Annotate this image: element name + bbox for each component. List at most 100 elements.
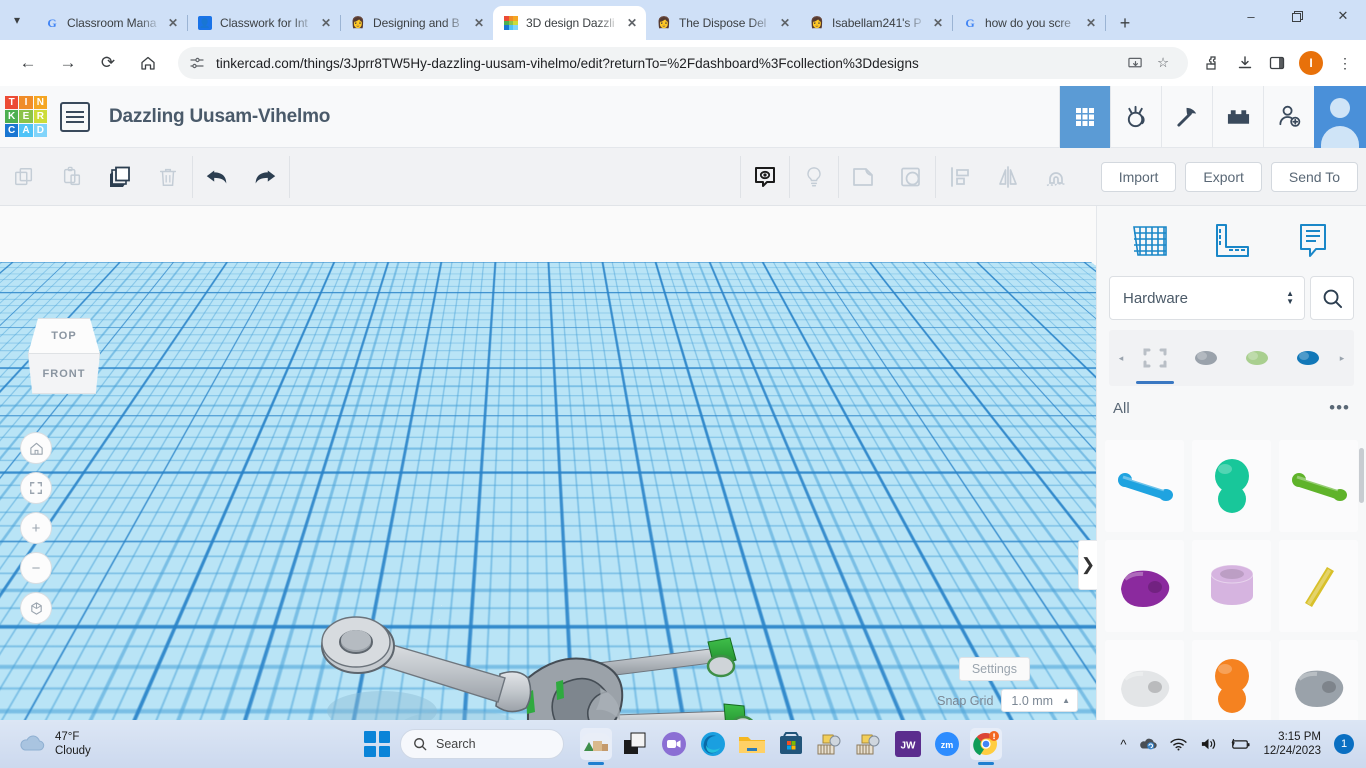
- view-cube-top-face[interactable]: TOP: [28, 318, 100, 354]
- edge-icon[interactable]: [697, 728, 729, 760]
- browser-tab-6[interactable]: 👩 Isabellam241's P ✕: [799, 6, 952, 40]
- panel-collapse-button[interactable]: ❯: [1078, 540, 1097, 590]
- file-explorer-icon[interactable]: [736, 728, 768, 760]
- share-tab-icon[interactable]: [1122, 50, 1148, 76]
- minimize-button[interactable]: –: [1228, 0, 1274, 32]
- pink-cylinder-shape[interactable]: [1192, 540, 1271, 632]
- profile-avatar[interactable]: I: [1299, 51, 1323, 75]
- tab-search-chevron-icon[interactable]: ▾: [0, 0, 34, 40]
- user-avatar[interactable]: [1314, 86, 1366, 148]
- butterfly-thumb[interactable]: [1184, 330, 1228, 386]
- blue-part-thumb[interactable]: [1286, 330, 1330, 386]
- ruler-icon[interactable]: [1208, 218, 1254, 264]
- view-cube-front-face[interactable]: FRONT: [28, 354, 100, 394]
- tab-close-icon[interactable]: ✕: [1083, 15, 1099, 31]
- green-double-sphere-shape[interactable]: [1192, 440, 1271, 532]
- bookmark-star-icon[interactable]: ☆: [1150, 50, 1176, 76]
- notes-icon[interactable]: [1290, 218, 1336, 264]
- workplane-magnet-icon[interactable]: [1032, 148, 1080, 206]
- send-to-button[interactable]: Send To: [1271, 162, 1358, 192]
- browser-tab-1[interactable]: G Classroom Mana ✕: [34, 6, 187, 40]
- back-button[interactable]: ←: [12, 47, 44, 79]
- paint-app-2-icon[interactable]: [853, 728, 885, 760]
- blue-bolt-shape[interactable]: [1105, 440, 1184, 532]
- green-rod-shape[interactable]: [1279, 440, 1358, 532]
- perspective-toggle-button[interactable]: [20, 592, 52, 624]
- forward-button[interactable]: →: [52, 47, 84, 79]
- tab-close-icon[interactable]: ✕: [318, 15, 334, 31]
- gallery-scrollbar[interactable]: [1359, 448, 1364, 503]
- show-hide-icon[interactable]: [741, 148, 789, 206]
- mirror-icon[interactable]: [984, 148, 1032, 206]
- orange-spheres-shape[interactable]: [1192, 640, 1271, 720]
- zoom-in-button[interactable]: +: [20, 512, 52, 544]
- carousel-next-icon[interactable]: ▸: [1334, 353, 1350, 364]
- extensions-puzzle-icon[interactable]: [1198, 48, 1228, 78]
- paste-icon[interactable]: [48, 148, 96, 206]
- tinkercad-logo[interactable]: TINKERCAD: [5, 96, 47, 138]
- design-list-button[interactable]: [60, 102, 90, 132]
- design-canvas[interactable]: TOP FRONT + − Settings Snap Grid 1.0 mm …: [0, 206, 1096, 720]
- browser-tab-7[interactable]: G how do you scre ✕: [952, 6, 1105, 40]
- wrench-assembly-model[interactable]: [300, 606, 800, 720]
- home-button[interactable]: [132, 47, 164, 79]
- group-icon[interactable]: [839, 148, 887, 206]
- minecraft-pickaxe-icon[interactable]: [1161, 86, 1212, 148]
- browser-tab-5[interactable]: 👩 The Dispose Del ✕: [646, 6, 799, 40]
- purple-clamp-shape[interactable]: [1105, 540, 1184, 632]
- undo-arrow-icon[interactable]: [193, 148, 241, 206]
- browser-tab-3[interactable]: 👩 Designing and B ✕: [340, 6, 493, 40]
- yellow-pin-shape[interactable]: [1279, 540, 1358, 632]
- tab-close-icon[interactable]: ✕: [930, 15, 946, 31]
- invite-person-icon[interactable]: [1263, 86, 1314, 148]
- chrome-menu-icon[interactable]: ⋮: [1330, 48, 1360, 78]
- shape-gallery[interactable]: [1105, 440, 1358, 720]
- category-select[interactable]: Hardware ▲▼: [1109, 276, 1305, 320]
- fit-to-view-button[interactable]: [20, 472, 52, 504]
- tab-close-icon[interactable]: ✕: [165, 15, 181, 31]
- address-bar[interactable]: tinkercad.com/things/3Jprr8TW5Hy-dazzlin…: [178, 47, 1188, 79]
- white-clamp-shape[interactable]: [1105, 640, 1184, 720]
- side-panel-icon[interactable]: [1262, 48, 1292, 78]
- gray-clamp-shape[interactable]: [1279, 640, 1358, 720]
- green-part-thumb[interactable]: [1235, 330, 1279, 386]
- tab-close-icon[interactable]: ✕: [777, 15, 793, 31]
- snap-grid-select[interactable]: 1.0 mm ▲: [1001, 689, 1078, 712]
- redo-arrow-icon[interactable]: [241, 148, 289, 206]
- new-tab-button[interactable]: +: [1111, 9, 1139, 37]
- chat-icon[interactable]: [658, 728, 690, 760]
- tab-close-icon[interactable]: ✕: [471, 15, 487, 31]
- import-button[interactable]: Import: [1101, 162, 1177, 192]
- zoom-out-button[interactable]: −: [20, 552, 52, 584]
- start-button[interactable]: [364, 731, 390, 757]
- view-cube[interactable]: TOP FRONT: [20, 318, 108, 396]
- search-input[interactable]: Search: [400, 729, 564, 759]
- browser-tab-2[interactable]: 👤 Classwork for Int ✕: [187, 6, 340, 40]
- home-view-button[interactable]: [20, 432, 52, 464]
- reload-button[interactable]: ⟳: [92, 47, 124, 79]
- zoom-icon[interactable]: zm: [931, 728, 963, 760]
- site-settings-icon[interactable]: [190, 56, 204, 70]
- align-icon[interactable]: [936, 148, 984, 206]
- canvas-settings-button[interactable]: Settings: [959, 657, 1030, 681]
- carousel-prev-icon[interactable]: ◂: [1113, 353, 1129, 364]
- export-button[interactable]: Export: [1185, 162, 1261, 192]
- circuits-icon[interactable]: [1110, 86, 1161, 148]
- microsoft-store-icon[interactable]: [775, 728, 807, 760]
- chrome-icon[interactable]: [970, 728, 1002, 760]
- trash-icon[interactable]: [144, 148, 192, 206]
- gallery-filter-label[interactable]: All: [1113, 400, 1130, 417]
- close-button[interactable]: ✕: [1320, 0, 1366, 32]
- search-icon[interactable]: [1310, 276, 1354, 320]
- downloads-icon[interactable]: [1230, 48, 1260, 78]
- gallery-more-icon[interactable]: •••: [1329, 398, 1350, 418]
- browser-tab-4-active[interactable]: 3D design Dazzli ✕: [493, 6, 646, 40]
- duplicate-icon[interactable]: [96, 148, 144, 206]
- ungroup-icon[interactable]: [887, 148, 935, 206]
- lightbulb-icon[interactable]: [790, 148, 838, 206]
- tab-close-icon[interactable]: ✕: [624, 15, 640, 31]
- task-view-icon[interactable]: [619, 728, 651, 760]
- paint-app-icon[interactable]: [814, 728, 846, 760]
- widgets-news-icon[interactable]: [580, 728, 612, 760]
- workplane-icon[interactable]: [1127, 218, 1173, 264]
